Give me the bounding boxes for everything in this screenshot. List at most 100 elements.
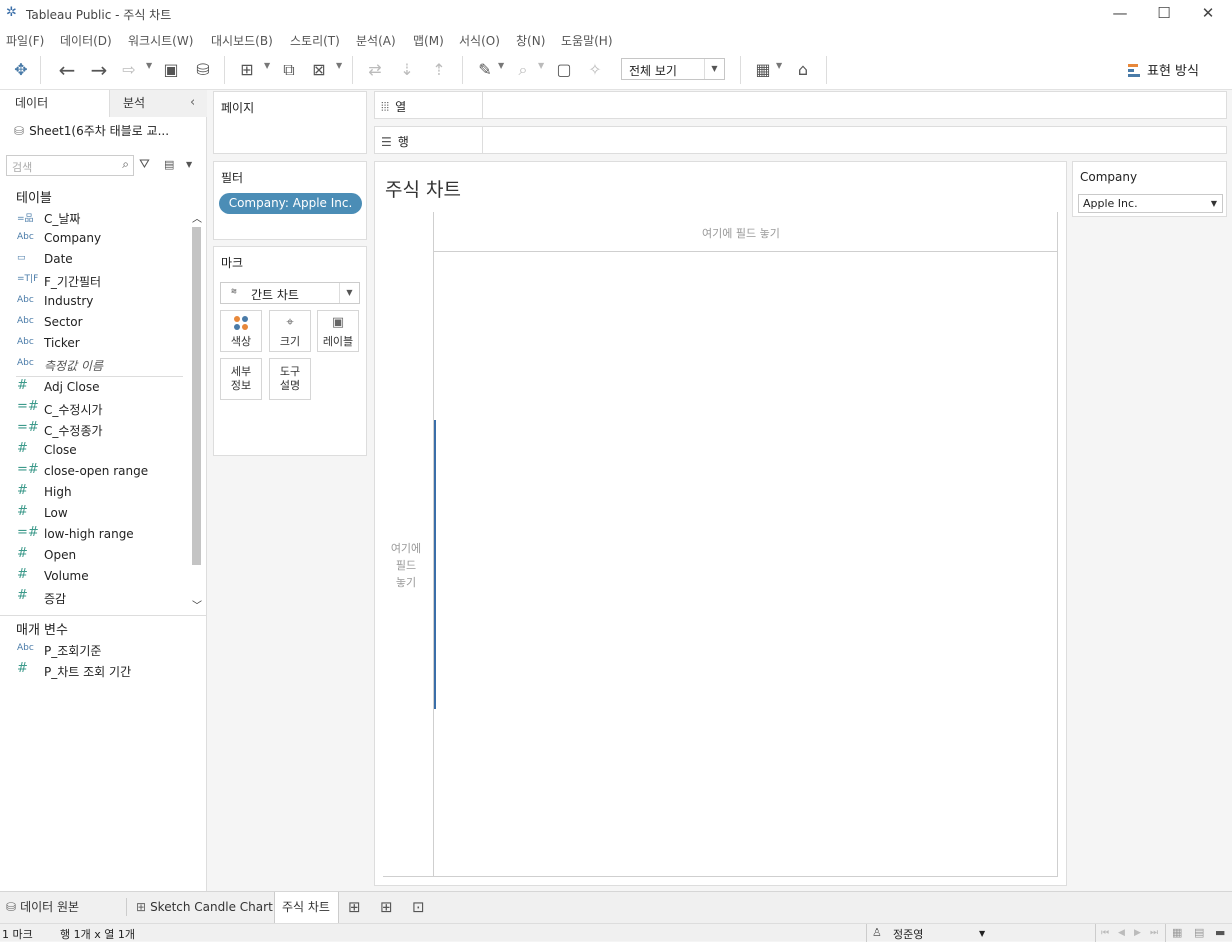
pin-icon[interactable]: ✧	[584, 59, 606, 81]
tab-datasource[interactable]: ⛁ 데이터 원본	[6, 892, 79, 923]
swap-icon[interactable]: ⇄	[364, 59, 386, 81]
next-page-icon[interactable]: ▶	[1134, 928, 1141, 938]
field-item[interactable]: Abc Sector	[0, 313, 190, 333]
pages-card[interactable]: 페이지	[213, 91, 367, 154]
collapse-icon[interactable]: ‹	[190, 95, 195, 110]
datasource-item[interactable]: ⛁ Sheet1(6주차 태블로 교...	[14, 122, 169, 139]
new-worksheet-icon[interactable]: ⊞	[348, 892, 361, 923]
chevron-down-icon[interactable]: ▼	[186, 160, 192, 169]
field-item[interactable]: Abc Company	[0, 229, 190, 249]
clear-sheet-icon[interactable]: ⊠	[308, 59, 330, 81]
field-item[interactable]: # Open	[0, 546, 190, 566]
scrollbar[interactable]: ︿ ﹀	[190, 214, 203, 612]
chevron-down-icon: ▼	[1210, 199, 1217, 208]
field-item[interactable]: =# C_수정종가	[0, 420, 190, 440]
mark-type-select[interactable]: ⩬ 간트 차트 ▼	[220, 282, 360, 304]
sort-ascending-icon[interactable]: ⇣	[396, 59, 418, 81]
company-filter-select[interactable]: Apple Inc. ▼	[1078, 194, 1223, 213]
field-item[interactable]: =# C_수정시가	[0, 399, 190, 419]
field-item[interactable]: # High	[0, 483, 190, 503]
drop-field-rows[interactable]: 여기에 필드 놓기	[388, 540, 424, 591]
field-item[interactable]: # Close	[0, 441, 190, 461]
field-item[interactable]: # 증감	[0, 588, 190, 608]
prev-page-icon[interactable]: ◀	[1118, 928, 1125, 938]
size-button[interactable]: ⌖ 크기	[269, 310, 311, 352]
redo-icon[interactable]: →	[88, 59, 110, 81]
duplicate-sheet-icon[interactable]: ⧉	[278, 59, 300, 81]
first-page-icon[interactable]: ⏮	[1101, 928, 1109, 938]
sort-descending-icon[interactable]: ⇡	[428, 59, 450, 81]
scroll-down-icon[interactable]: ﹀	[192, 597, 202, 612]
tab-sketch-candle-chart[interactable]: ⊞ Sketch Candle Chart	[136, 892, 273, 923]
label-button[interactable]: ▣ 레이블	[317, 310, 359, 352]
field-item[interactable]: ▭ Date	[0, 250, 190, 270]
minimize-icon[interactable]: —	[1100, 2, 1140, 26]
columns-shelf[interactable]: ⦙⦙⦙ 열	[374, 91, 1227, 119]
new-worksheet-icon[interactable]: ⊞	[236, 59, 258, 81]
grid-view-icon[interactable]: ▦	[1172, 926, 1182, 939]
filter-pill-company[interactable]: Company: Apple Inc.	[219, 193, 362, 214]
view-size-select[interactable]: 전체 보기 ▼	[621, 58, 725, 80]
gantt-mark[interactable]	[434, 420, 436, 709]
view-list-icon[interactable]: ▤	[164, 158, 174, 171]
field-item[interactable]: Abc Ticker	[0, 334, 190, 354]
field-item[interactable]: # Low	[0, 504, 190, 524]
field-item[interactable]: # P_차트 조회 기간	[0, 661, 190, 681]
menu-data[interactable]: 데이터(D)	[60, 32, 112, 49]
replay-icon[interactable]: ⇨	[118, 59, 140, 81]
scroll-up-icon[interactable]: ︿	[192, 210, 202, 225]
field-item[interactable]: # Adj Close	[0, 378, 190, 398]
save-icon[interactable]: ▣	[160, 59, 182, 81]
search-input[interactable]: 검색 ⌕	[6, 155, 134, 176]
field-name: P_조회기준	[44, 644, 102, 658]
field-item[interactable]: Abc P_조회기준	[0, 640, 190, 660]
drop-field-columns[interactable]: 여기에 필드 놓기	[702, 225, 780, 241]
field-item[interactable]: =# low-high range	[0, 525, 190, 545]
group-icon[interactable]: ⌕	[512, 59, 534, 81]
menu-format[interactable]: 서식(O)	[459, 32, 500, 49]
field-item[interactable]: # Volume	[0, 567, 190, 587]
color-icon	[221, 315, 261, 333]
view-canvas[interactable]: 주식 차트 여기에 필드 놓기 여기에 필드 놓기	[374, 161, 1067, 886]
filmstrip-view-icon[interactable]: ▤	[1194, 926, 1204, 939]
field-item[interactable]: Abc 측정값 이름	[0, 355, 190, 375]
scrollbar-thumb[interactable]	[192, 227, 201, 565]
show-cards-icon[interactable]: ▦	[752, 59, 774, 81]
highlight-icon[interactable]: ✎	[474, 59, 496, 81]
maximize-icon[interactable]: ☐	[1144, 2, 1184, 26]
menu-analysis[interactable]: 분석(A)	[356, 32, 396, 49]
field-item[interactable]: =品 C_날짜	[0, 208, 190, 228]
tab-view-icon[interactable]: ▬	[1215, 926, 1225, 939]
field-item[interactable]: =T|F F_기간필터	[0, 271, 190, 291]
user-name[interactable]: 정준영	[893, 926, 923, 942]
menu-map[interactable]: 맵(M)	[413, 32, 444, 49]
status-bar: 1 마크 행 1개 x 열 1개 ♙ 정준영 ▼ ⏮ ◀ ▶ ⏭ ▦ ▤ ▬	[0, 923, 1232, 942]
undo-icon[interactable]: ←	[56, 59, 78, 81]
menu-worksheet[interactable]: 워크시트(W)	[128, 32, 193, 49]
rows-shelf[interactable]: ☰ 행	[374, 126, 1227, 154]
last-page-icon[interactable]: ⏭	[1150, 928, 1158, 938]
tab-stock-chart[interactable]: 주식 차트	[274, 892, 339, 923]
field-item[interactable]: =# close-open range	[0, 462, 190, 482]
field-item[interactable]: Abc Industry	[0, 292, 190, 312]
menu-story[interactable]: 스토리(T)	[290, 32, 340, 49]
color-button[interactable]: 색상	[220, 310, 262, 352]
menu-file[interactable]: 파일(F)	[6, 32, 44, 49]
new-dashboard-icon[interactable]: ⊞	[380, 892, 393, 923]
menu-dashboard[interactable]: 대시보드(B)	[211, 32, 273, 49]
close-icon[interactable]: ✕	[1188, 2, 1228, 26]
window-title: Tableau Public - 주식 차트	[26, 8, 172, 22]
tab-data[interactable]: 데이터	[0, 90, 109, 117]
new-story-icon[interactable]: ⊡	[412, 892, 425, 923]
tooltip-button[interactable]: 도구 설명	[269, 358, 311, 400]
new-datasource-icon[interactable]: ⛁	[192, 59, 214, 81]
tableau-home-icon[interactable]: ✥	[10, 59, 32, 81]
filter-icon[interactable]: ⛛	[139, 157, 150, 172]
show-me-button[interactable]: 표현 방식	[1128, 60, 1199, 79]
menu-help[interactable]: 도움말(H)	[561, 32, 613, 49]
menu-window[interactable]: 창(N)	[516, 32, 545, 49]
show-labels-icon[interactable]: ▢	[553, 59, 575, 81]
detail-button[interactable]: 세부 정보	[220, 358, 262, 400]
presentation-icon[interactable]: ⌂	[792, 59, 814, 81]
chevron-down-icon[interactable]: ▼	[979, 929, 985, 938]
